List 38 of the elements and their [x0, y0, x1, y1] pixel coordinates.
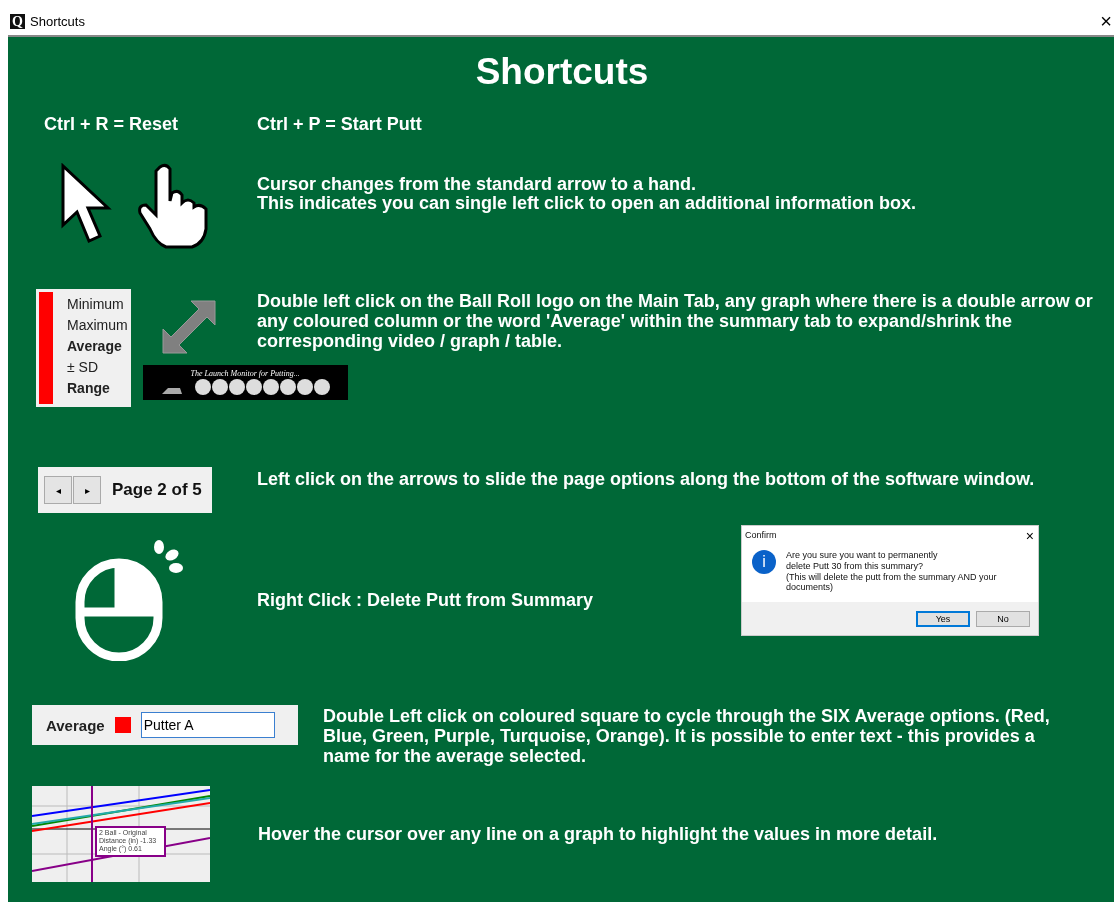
average-name-field[interactable]: Putter A — [140, 712, 275, 738]
description-text: Double Left click on coloured square to cycle through the SIX Average options. (Red, Blue, Green, Purple, Turquoise, Orange). It is possible to enter text - this provides a name for the average selected. — [323, 706, 1051, 766]
info-icon: i — [752, 550, 776, 574]
description-text: Double left click on the Ball Roll logo on the Main Tab, any graph where there is a double arrow or any coloured column or the word 'Average' within the summary tab to expand/shrink the corresponding video / graph / table. — [257, 291, 1094, 351]
window-title: Shortcuts — [30, 14, 86, 29]
description-text: Hover the cursor over any line on a graph to highlight the values in more detail. — [258, 824, 939, 844]
stat-label: Maximum — [67, 317, 128, 333]
color-square[interactable] — [114, 717, 131, 733]
page-heading: Shortcuts — [474, 51, 650, 93]
dialog-close-button[interactable]: × — [1025, 530, 1034, 542]
golf-balls-icon — [160, 378, 331, 396]
stat-label: Minimum — [67, 296, 125, 312]
stat-label: Average — [67, 338, 123, 354]
shortcut-text: Ctrl + R = Reset — [44, 115, 180, 134]
stat-label: ± SD — [67, 359, 100, 375]
dialog-message: (This will delete the putt from the summary AND your documents) — [786, 572, 998, 592]
average-label[interactable]: Average — [46, 716, 105, 734]
description-text: Cursor changes from the standard arrow to a hand. — [257, 175, 698, 194]
stats-color-bar[interactable] — [39, 292, 53, 404]
page-indicator: Page 2 of 5 — [112, 480, 202, 500]
description-text: This indicates you can single left click to open an additional information box. — [257, 194, 917, 213]
dialog-message: delete Putt 30 from this summary? — [786, 561, 925, 571]
dialog-message: Are you sure you want to permanently — [786, 550, 939, 560]
ball-roll-logo[interactable]: The Launch Monitor for Putting... — [142, 365, 348, 400]
dialog-button[interactable]: No — [976, 611, 1030, 627]
dialog-button[interactable]: Yes — [916, 611, 970, 627]
logo-tagline: The Launch Monitor for Putting... — [190, 369, 300, 378]
double-arrow-icon — [160, 299, 217, 355]
previous-page-button[interactable]: ◂ — [44, 476, 72, 504]
mouse-icon — [74, 539, 186, 661]
close-button[interactable]: × — [1094, 10, 1114, 33]
shortcut-text: Ctrl + P = Start Putt — [257, 115, 422, 134]
dialog-title: Confirm — [745, 530, 777, 542]
stat-label: Range — [67, 380, 111, 396]
app-icon: Q — [10, 14, 25, 29]
description-text: Left click on the arrows to slide the page options along the bottom of the software window. — [257, 469, 1036, 489]
next-page-button[interactable]: ▸ — [73, 476, 101, 504]
description-text: Right Click : Delete Putt from Summary — [257, 591, 595, 610]
